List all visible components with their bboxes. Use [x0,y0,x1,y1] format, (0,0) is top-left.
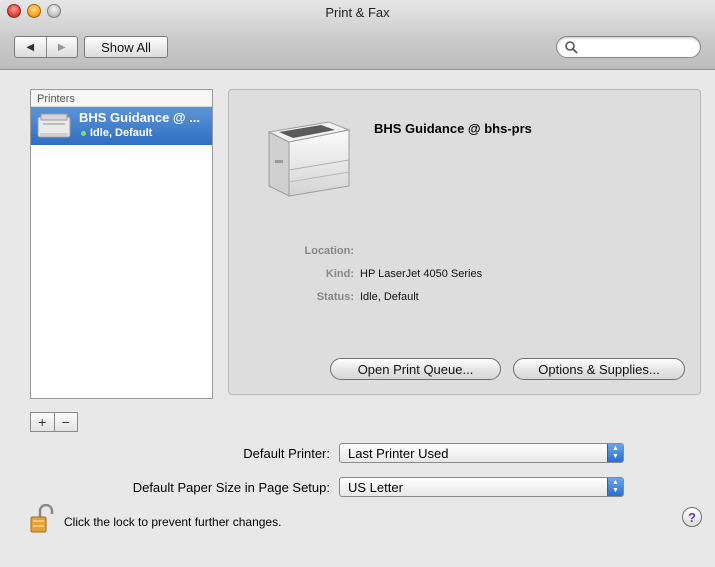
printer-icon [37,113,71,138]
default-printer-value: Last Printer Used [348,446,449,461]
default-printer-label: Default Printer: [243,446,330,461]
default-printer-popup[interactable]: Last Printer Used ▲ ▼ [339,443,624,463]
back-button[interactable]: ◀ [15,37,46,57]
status-dot-icon [81,130,86,136]
laser-printer-icon [267,121,351,197]
status-label: Status: [316,291,354,303]
popup-arrows-icon: ▲ ▼ [607,444,623,462]
toolbar: Print & Fax ◀ ▶ Show All [0,0,715,70]
paper-size-popup[interactable]: US Letter ▲ ▼ [339,477,624,497]
show-all-button[interactable]: Show All [84,36,168,58]
search-field[interactable] [556,36,701,58]
printers-list-header: Printers [31,90,212,107]
help-button[interactable]: ? [682,507,702,527]
printer-status-text: Idle, Default [90,127,153,139]
printer-list-item[interactable]: BHS Guidance @ ... Idle, Default [31,107,212,145]
window-title: Print & Fax [325,5,390,20]
status-value: Idle, Default [360,291,419,303]
printer-detail-panel: BHS Guidance @ bhs-prs Location: Kind: H… [228,89,701,395]
lock-message: Click the lock to prevent further change… [64,515,282,529]
kind-label: Kind: [325,268,354,280]
search-icon [565,41,578,54]
print-fax-window: Print & Fax ◀ ▶ Show All Printers BHS Gu… [0,0,715,567]
lock-icon[interactable] [30,504,54,534]
printers-list[interactable]: Printers BHS Guidance @ ... Idle, Defaul… [30,89,213,399]
forward-arrow-icon: ▶ [57,41,66,53]
open-print-queue-button[interactable]: Open Print Queue... [330,358,501,380]
search-input[interactable] [581,39,691,55]
back-forward-control: ◀ ▶ [14,36,78,58]
printer-title: BHS Guidance @ bhs-prs [374,121,532,136]
remove-printer-button[interactable]: − [53,413,78,431]
printer-name: BHS Guidance @ ... [79,110,201,125]
options-supplies-button[interactable]: Options & Supplies... [513,358,685,380]
kind-value: HP LaserJet 4050 Series [360,268,483,280]
add-remove-control: + − [30,412,78,432]
paper-size-value: US Letter [348,480,403,495]
forward-button[interactable]: ▶ [45,37,78,57]
location-label: Location: [304,245,355,257]
back-arrow-icon: ◀ [26,41,35,53]
popup-arrows-icon: ▲ ▼ [607,478,623,496]
add-printer-button[interactable]: + [31,413,54,431]
printer-status: Idle, Default [81,127,152,139]
paper-size-label: Default Paper Size in Page Setup: [132,480,330,495]
